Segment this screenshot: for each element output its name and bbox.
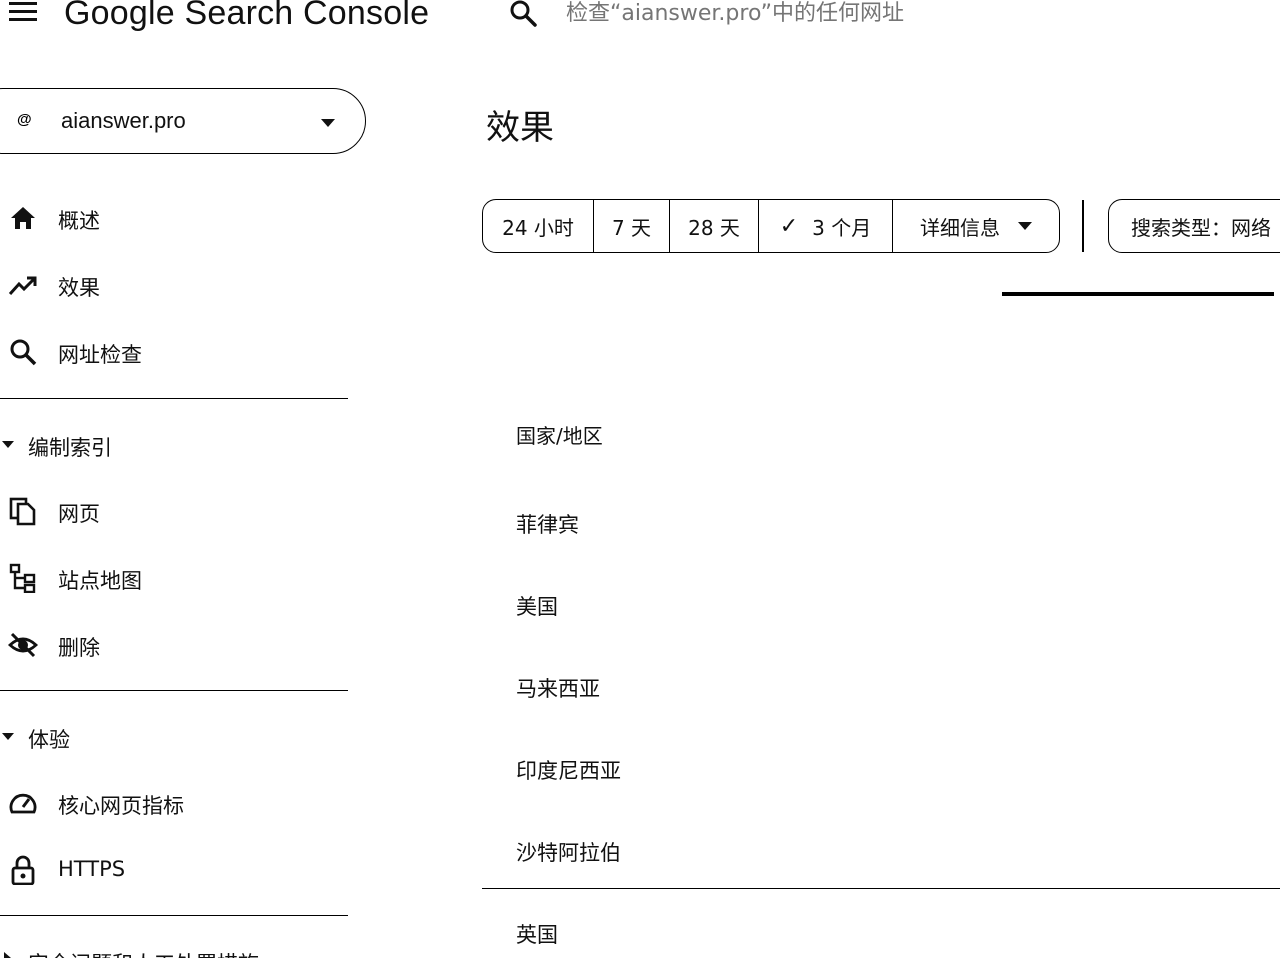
property-selector[interactable]: @ aianswer.pro: [0, 88, 366, 154]
sidebar-item-label: 效果: [58, 276, 100, 300]
sidebar-item-url-inspection[interactable]: 网址检查: [0, 327, 350, 377]
sidebar-section-label: 编制索引: [28, 436, 112, 460]
sidebar-item-label: 核心网页指标: [58, 794, 184, 818]
sidebar-section-label: 安全问题和人工处置措施: [28, 948, 259, 958]
hamburger-menu-icon: [9, 2, 37, 21]
table-row[interactable]: 菲律宾: [516, 509, 579, 539]
table-row[interactable]: 英国: [516, 919, 558, 949]
sidebar-section-label: 体验: [28, 728, 70, 752]
range-7d-button[interactable]: 7 天: [594, 200, 670, 252]
range-28d-button[interactable]: 28 天: [670, 200, 759, 252]
table-row[interactable]: 美国: [516, 591, 558, 621]
expand-triangle-icon: [2, 733, 14, 740]
pages-icon: [8, 496, 38, 526]
filter-separator: [1082, 200, 1084, 252]
table-row[interactable]: 马来西亚: [516, 673, 600, 703]
more-options-button[interactable]: 详细信息: [893, 200, 1059, 252]
sidebar-section-indexing[interactable]: 编制索引: [0, 424, 350, 464]
property-icon: @: [17, 111, 32, 128]
checkmark-icon: ✓: [779, 213, 799, 239]
speed-gauge-icon: [8, 788, 38, 818]
sidebar-item-pages[interactable]: 网页: [0, 486, 350, 536]
range-24h-button[interactable]: 24 小时: [483, 200, 594, 252]
sidebar-item-core-web-vitals[interactable]: 核心网页指标: [0, 778, 350, 828]
sidebar-item-label: 站点地图: [58, 569, 142, 593]
sidebar-section-experience[interactable]: 体验: [0, 716, 350, 756]
sidebar-divider: [0, 398, 348, 399]
sidebar-divider: [0, 690, 348, 691]
app-logo[interactable]: Google Search Console: [64, 0, 429, 33]
property-name: aianswer.pro: [61, 108, 186, 133]
search-type-filter[interactable]: 搜索类型：网络: [1108, 199, 1280, 253]
url-inspection-search-input[interactable]: [566, 0, 1166, 30]
trending-up-icon: [8, 270, 38, 300]
expand-triangle-icon: [2, 441, 14, 448]
lock-icon: [8, 855, 38, 886]
range-3m-button[interactable]: ✓ 3 个月: [759, 200, 893, 252]
date-range-selector: 24 小时 7 天 28 天 ✓ 3 个月 详细信息: [482, 199, 1060, 253]
collapsed-triangle-icon: [4, 952, 11, 958]
sidebar-item-label: 网址检查: [58, 343, 142, 367]
sidebar-item-https[interactable]: HTTPS: [0, 845, 350, 895]
sidebar-item-overview[interactable]: 概述: [0, 193, 350, 243]
sidebar-divider: [0, 915, 348, 916]
row-divider: [482, 888, 1280, 889]
search-icon: [8, 337, 38, 367]
sidebar-item-label: 概述: [58, 209, 100, 233]
sidebar-item-sitemaps[interactable]: 站点地图: [0, 553, 350, 603]
sidebar-item-label: HTTPS: [58, 857, 126, 881]
main-menu-button[interactable]: [8, 0, 38, 26]
chevron-down-icon: [321, 119, 335, 127]
home-icon: [8, 203, 38, 233]
sidebar-section-security[interactable]: 安全问题和人工处置措施: [0, 940, 350, 958]
search-icon[interactable]: [508, 0, 538, 28]
sitemap-icon: [8, 563, 38, 594]
column-header-country[interactable]: 国家/地区: [516, 420, 603, 449]
chevron-down-icon: [1018, 222, 1032, 230]
active-tab-indicator: [1002, 292, 1274, 296]
page-title: 效果: [486, 108, 554, 148]
visibility-off-icon: [7, 630, 39, 660]
search-console-page: Google Search Console @ aianswer.pro 概述 …: [0, 0, 1280, 958]
table-row[interactable]: 印度尼西亚: [516, 755, 621, 785]
sidebar-item-removals[interactable]: 删除: [0, 620, 350, 670]
sidebar-item-label: 删除: [58, 636, 100, 660]
table-row[interactable]: 沙特阿拉伯: [516, 837, 621, 867]
sidebar-item-label: 网页: [58, 502, 100, 526]
sidebar-item-performance[interactable]: 效果: [0, 260, 350, 310]
